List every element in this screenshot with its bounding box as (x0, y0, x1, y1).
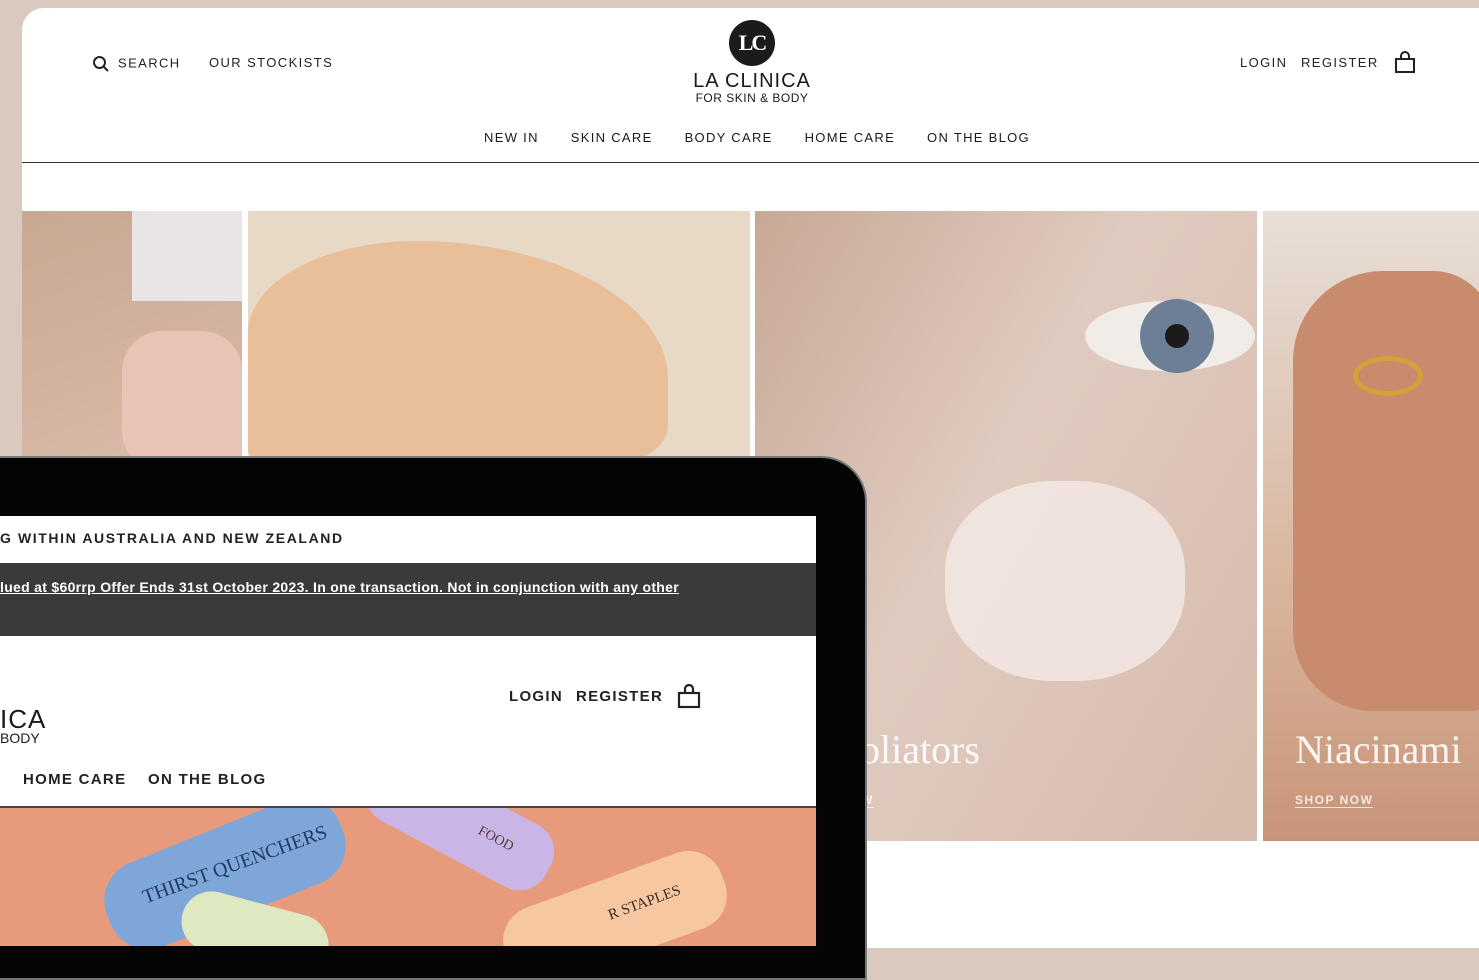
nav-body-care[interactable]: BODY CARE (685, 130, 773, 145)
nav-skin-care[interactable]: SKIN CARE (571, 130, 653, 145)
hero-tile-4[interactable]: Niacinami SHOP NOW (1263, 211, 1479, 841)
bag-icon[interactable] (1394, 50, 1416, 74)
gold-ring (1353, 356, 1423, 396)
header-divider (22, 162, 1479, 163)
login-link[interactable]: LOGIN (1240, 55, 1287, 70)
tile-4-shop-now[interactable]: SHOP NOW (1295, 793, 1374, 808)
tablet-screen: G WITHIN AUSTRALIA AND NEW ZEALAND lued … (0, 516, 816, 946)
tablet-register-link[interactable]: REGISTER (576, 688, 663, 705)
tablet-nav-home-care[interactable]: HOME CARE (23, 771, 126, 788)
hand-shape (1293, 271, 1479, 711)
nav-on-the-blog[interactable]: ON THE BLOG (927, 130, 1030, 145)
nav-new-in[interactable]: NEW IN (484, 130, 539, 145)
main-nav: NEW IN SKIN CARE BODY CARE HOME CARE ON … (22, 130, 1479, 145)
nav-home-care[interactable]: HOME CARE (805, 130, 895, 145)
promo-text[interactable]: lued at $60rrp Offer Ends 31st October 2… (0, 579, 679, 595)
exfoliator-smear (945, 481, 1185, 681)
tablet-hero-image[interactable]: THIRST QUENCHERS FOOD R STAPLES (0, 808, 816, 946)
product-label-3: R STAPLES (606, 882, 683, 924)
search-label: SEARCH (118, 55, 181, 71)
logo-name: LA CLINICA (693, 70, 811, 92)
search-icon (93, 56, 109, 72)
product-tube-check: FOOD (355, 808, 565, 901)
tile-4-caption: Niacinami (1295, 727, 1462, 772)
search-button[interactable]: SEARCH (92, 55, 181, 73)
our-stockists-link[interactable]: OUR STOCKISTS (209, 55, 333, 70)
brand-logo[interactable]: LC LA CLINICA FOR SKIN & BODY (677, 20, 827, 104)
logo-mark: LC (729, 20, 775, 66)
register-link[interactable]: REGISTER (1301, 55, 1379, 70)
tablet-logo-tagline: BODY (0, 730, 40, 746)
tablet-login-link[interactable]: LOGIN (509, 688, 563, 705)
logo-tagline: FOR SKIN & BODY (695, 91, 809, 105)
product-label-2: FOOD (475, 823, 517, 855)
promo-bar: lued at $60rrp Offer Ends 31st October 2… (0, 563, 816, 636)
cream-swatch (248, 241, 668, 471)
fingers-shape (122, 331, 242, 471)
shipping-banner: G WITHIN AUSTRALIA AND NEW ZEALAND (0, 530, 344, 546)
tablet-logo-name[interactable]: ICA (0, 706, 46, 732)
tile-3-caption: oliators (860, 727, 980, 772)
towel-shape (132, 211, 242, 301)
eye-pupil (1165, 324, 1189, 348)
tablet-nav-on-the-blog[interactable]: ON THE BLOG (148, 771, 266, 788)
bag-icon[interactable] (677, 683, 701, 709)
